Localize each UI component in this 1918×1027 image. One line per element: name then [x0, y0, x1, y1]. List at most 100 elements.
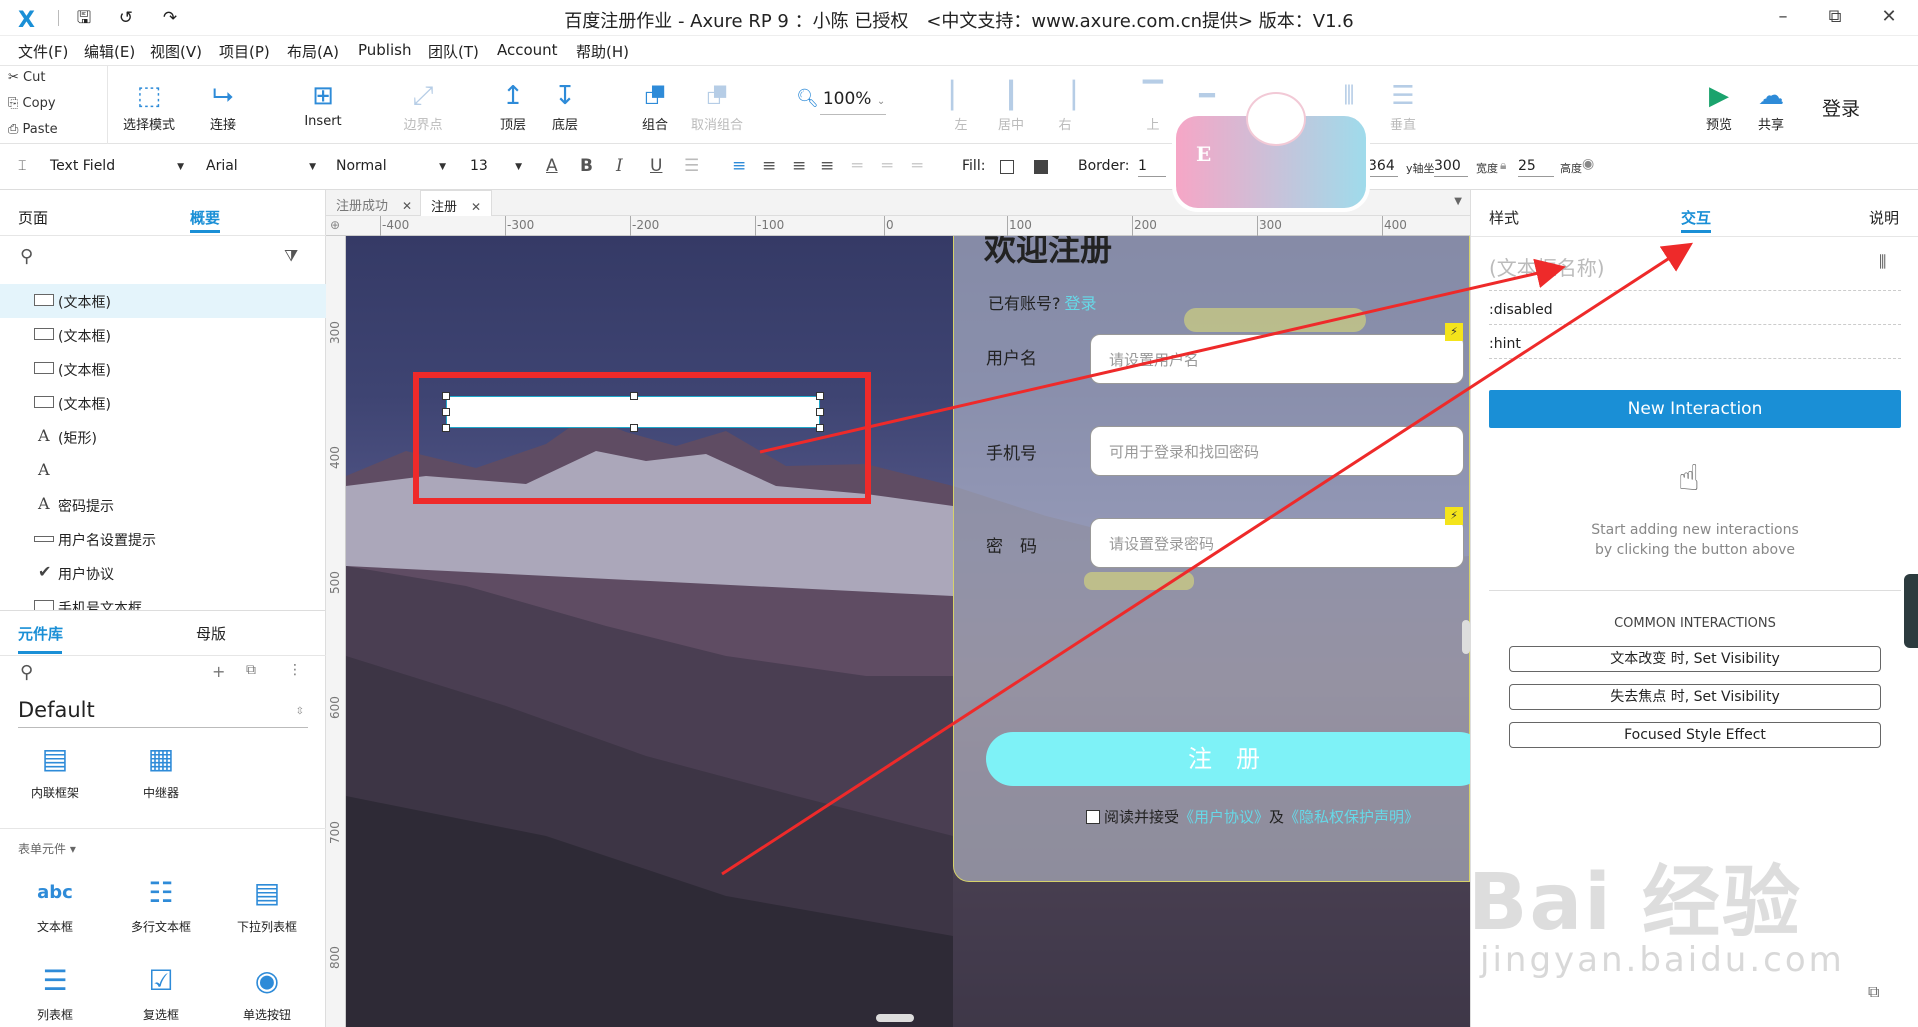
close-icon[interactable]: ✕: [1876, 6, 1902, 30]
menu-publish[interactable]: Publish: [358, 41, 411, 59]
y-input[interactable]: 300: [1434, 158, 1468, 177]
design-canvas[interactable]: 欢迎注册 已有账号? 登录 用户名 请设置用户名 ⚡ 手机号 可用于登录和找回密码 …: [346, 236, 1470, 1027]
italic-icon[interactable]: I: [616, 156, 623, 176]
outline-item[interactable]: A (矩形): [0, 420, 326, 454]
align-right-button[interactable]: ▕ 右: [1030, 66, 1100, 144]
tab-notes[interactable]: 说明: [1869, 207, 1899, 228]
state-hint[interactable]: :hint: [1489, 336, 1521, 352]
settings-sliders-icon[interactable]: ⫼: [1879, 252, 1886, 272]
register-button[interactable]: 注册: [986, 732, 1470, 786]
widget-droplist[interactable]: ▤ 下拉列表框: [222, 872, 312, 935]
underline-icon[interactable]: U: [650, 156, 662, 176]
menu-help[interactable]: 帮助(H): [576, 41, 629, 62]
resize-handle[interactable]: [630, 392, 638, 400]
font-style-select[interactable]: Normal ▼: [336, 158, 446, 174]
minimize-icon[interactable]: –: [1770, 6, 1796, 30]
tab-style[interactable]: 样式: [1489, 207, 1519, 228]
distribute-vertical-button[interactable]: ☰ 垂直: [1368, 66, 1438, 144]
close-tab-icon[interactable]: ✕: [471, 200, 481, 214]
align-text-center-icon[interactable]: ≡: [762, 156, 776, 176]
group-button[interactable]: ⮻ 组合: [620, 66, 690, 144]
maximize-icon[interactable]: ⧉: [1822, 6, 1848, 30]
tab-libraries[interactable]: 元件库: [18, 623, 63, 644]
widget-checkbox[interactable]: ☑ 复选框: [116, 960, 206, 1026]
form-section-title[interactable]: 表单元件 ▾: [18, 840, 76, 857]
library-select[interactable]: Default ⇳: [18, 698, 308, 728]
x-input[interactable]: 364: [1368, 158, 1398, 177]
valign-top-icon[interactable]: ═: [852, 156, 862, 176]
interaction-flag-icon[interactable]: ⚡: [1445, 323, 1463, 341]
search-icon[interactable]: ⚲: [20, 246, 33, 267]
share-button[interactable]: ☁ 共享: [1736, 66, 1806, 144]
widget-text-field[interactable]: abc 文本框: [10, 872, 100, 935]
align-text-right-icon[interactable]: ≡: [792, 156, 806, 176]
widget-list-box[interactable]: ☰ 列表框: [10, 960, 100, 1026]
vertical-scrollbar[interactable]: [1462, 620, 1470, 654]
menu-arrange[interactable]: 布局(A): [287, 41, 339, 62]
tab-pages[interactable]: 页面: [18, 207, 48, 228]
outline-item[interactable]: (文本框): [0, 386, 326, 420]
privacy-link[interactable]: 《隐私权保护声明》: [1284, 808, 1419, 826]
resize-handle[interactable]: [442, 408, 450, 416]
horizontal-scrollbar[interactable]: [876, 1014, 914, 1022]
username-input[interactable]: 请设置用户名 ⚡: [1090, 323, 1464, 384]
font-size-select[interactable]: 13 ▼: [470, 158, 522, 174]
zoom-control[interactable]: 🔍︎ 100% ⌄: [796, 88, 885, 109]
resize-handle[interactable]: [816, 392, 824, 400]
menu-team[interactable]: 团队(T): [428, 41, 479, 62]
visibility-icon[interactable]: ◉: [1582, 156, 1594, 172]
fill-color-swatch[interactable]: [1000, 160, 1014, 174]
interaction-flag-icon[interactable]: ⚡: [1445, 507, 1463, 525]
outline-item[interactable]: A 密码提示: [0, 488, 326, 522]
menu-account[interactable]: Account: [497, 41, 558, 59]
align-text-left-icon[interactable]: ≡: [732, 156, 746, 176]
agree-checkbox[interactable]: [1086, 810, 1100, 824]
outline-item[interactable]: (文本框): [0, 284, 326, 318]
restore-panel-icon[interactable]: ⧉: [1868, 982, 1879, 1002]
side-widget[interactable]: [1904, 574, 1918, 648]
bold-icon[interactable]: B: [580, 156, 593, 176]
add-icon[interactable]: +: [212, 662, 225, 681]
tab-page[interactable]: 注册 ✕: [420, 190, 493, 216]
outline-item[interactable]: 手机号文本框: [0, 590, 326, 610]
valign-bottom-icon[interactable]: ═: [912, 156, 922, 176]
font-color-icon[interactable]: A: [546, 156, 558, 176]
common-interaction-item[interactable]: 失去焦点 时, Set Visibility: [1509, 684, 1881, 710]
outline-item[interactable]: 用户名设置提示: [0, 522, 326, 556]
outline-item[interactable]: (文本框): [0, 318, 326, 352]
resize-handle[interactable]: [442, 424, 450, 432]
resize-handle[interactable]: [630, 424, 638, 432]
crosshair-icon[interactable]: ⊕: [330, 218, 340, 232]
common-interaction-item[interactable]: Focused Style Effect: [1509, 722, 1881, 748]
tab-page[interactable]: 注册成功 ✕: [326, 190, 422, 216]
widget-type-select[interactable]: Text Field ▼: [50, 158, 184, 174]
close-tab-icon[interactable]: ✕: [402, 199, 412, 213]
insert-button[interactable]: ⊞ Insert: [288, 66, 358, 144]
connect-button[interactable]: ⮡ 连接: [188, 66, 258, 144]
tab-outline[interactable]: 概要: [190, 207, 220, 228]
menu-project[interactable]: 项目(P): [219, 41, 270, 62]
send-to-back-button[interactable]: ↧ 底层: [530, 66, 600, 144]
resize-handle[interactable]: [816, 424, 824, 432]
search-icon[interactable]: ⚲: [20, 662, 33, 683]
more-icon[interactable]: ⋮: [288, 662, 302, 678]
valign-middle-icon[interactable]: ═: [882, 156, 892, 176]
widget-text-area[interactable]: ☷ 多行文本框: [116, 872, 206, 935]
menu-view[interactable]: 视图(V): [150, 41, 202, 62]
menu-file[interactable]: 文件(F): [18, 41, 68, 62]
shadow-swatch[interactable]: [1034, 160, 1048, 174]
phone-input[interactable]: 可用于登录和找回密码: [1090, 426, 1464, 476]
widget-radio[interactable]: ◉ 单选按钮: [222, 960, 312, 1026]
cut-button[interactable]: ✂ Cut: [8, 70, 45, 85]
outline-item[interactable]: (文本框): [0, 352, 326, 386]
copy-library-icon[interactable]: ⧉: [246, 662, 256, 678]
bullet-list-icon[interactable]: ☰: [684, 156, 699, 176]
justify-icon[interactable]: ≡: [820, 156, 834, 176]
paste-button[interactable]: ⎙ Paste: [8, 122, 58, 137]
tab-interactions[interactable]: 交互: [1681, 207, 1711, 228]
outline-item[interactable]: ✔ 用户协议: [0, 556, 326, 590]
border-width-input[interactable]: 1: [1138, 158, 1166, 177]
widget-repeater[interactable]: ▦ 中继器: [116, 738, 206, 801]
common-interaction-item[interactable]: 文本改变 时, Set Visibility: [1509, 646, 1881, 672]
tabs-overflow-icon[interactable]: ▼: [1454, 196, 1462, 207]
